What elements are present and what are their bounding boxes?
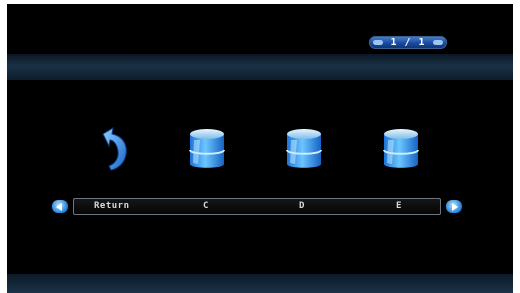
item-label-e[interactable]: E: [396, 199, 402, 214]
left-arrow-icon[interactable]: [52, 200, 68, 213]
drive-e-icon[interactable]: [381, 126, 421, 172]
item-label-bar: Return C D E: [73, 198, 441, 215]
return-arrow-icon[interactable]: [97, 126, 133, 172]
media-browser-screen: 1 / 1 Return C D E: [7, 4, 513, 293]
item-label-c[interactable]: C: [203, 199, 209, 214]
footer-band: [7, 274, 513, 293]
drive-d-icon[interactable]: [284, 126, 324, 172]
right-arrow-icon[interactable]: [446, 200, 462, 213]
header-band: [7, 54, 513, 80]
page-indicator: 1 / 1: [369, 36, 447, 49]
item-label-return[interactable]: Return: [94, 199, 130, 214]
drive-c-icon[interactable]: [187, 126, 227, 172]
item-label-d[interactable]: D: [299, 199, 305, 214]
